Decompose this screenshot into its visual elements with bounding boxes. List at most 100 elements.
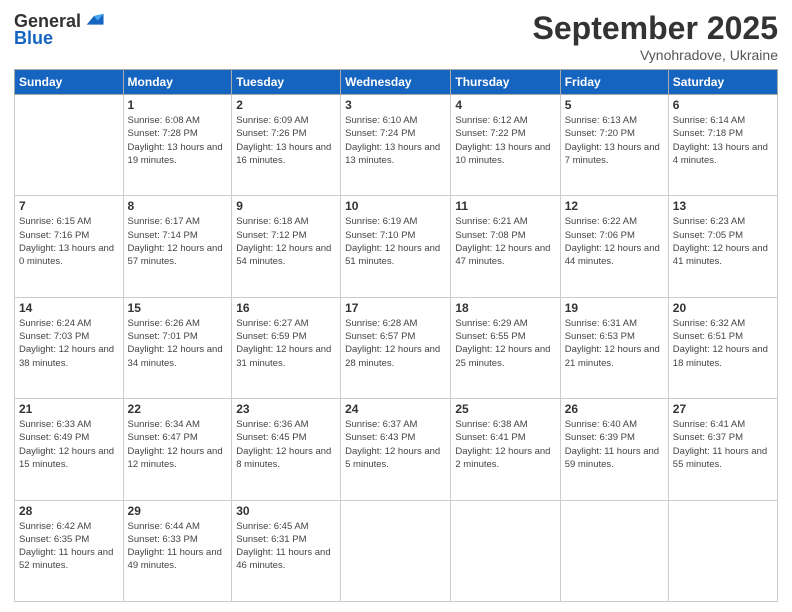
day-number: 7 <box>19 199 119 213</box>
day-number: 21 <box>19 402 119 416</box>
weekday-header-saturday: Saturday <box>668 70 777 95</box>
day-number: 17 <box>345 301 446 315</box>
calendar-cell: 28 Sunrise: 6:42 AMSunset: 6:35 PMDayligh… <box>15 500 124 601</box>
calendar-cell: 4 Sunrise: 6:12 AMSunset: 7:22 PMDaylight… <box>451 95 560 196</box>
day-number: 12 <box>565 199 664 213</box>
day-info: Sunrise: 6:17 AMSunset: 7:14 PMDaylight:… <box>128 215 228 268</box>
day-info: Sunrise: 6:24 AMSunset: 7:03 PMDaylight:… <box>19 317 119 370</box>
day-info: Sunrise: 6:13 AMSunset: 7:20 PMDaylight:… <box>565 114 664 167</box>
day-number: 2 <box>236 98 336 112</box>
day-info: Sunrise: 6:08 AMSunset: 7:28 PMDaylight:… <box>128 114 228 167</box>
calendar-cell: 25Sunrise: 6:38 AMSunset: 6:41 PMDayligh… <box>451 399 560 500</box>
day-info: Sunrise: 6:27 AMSunset: 6:59 PMDaylight:… <box>236 317 336 370</box>
calendar-cell: 19 Sunrise: 6:31 AMSunset: 6:53 PMDayligh… <box>560 297 668 398</box>
day-number: 5 <box>565 98 664 112</box>
calendar-cell: 23 Sunrise: 6:36 AMSunset: 6:45 PMDayligh… <box>232 399 341 500</box>
day-number: 19 <box>565 301 664 315</box>
day-info: Sunrise: 6:37 AMSunset: 6:43 PMDaylight:… <box>345 418 446 471</box>
day-info: Sunrise: 6:34 AMSunset: 6:47 PMDaylight:… <box>128 418 228 471</box>
calendar-cell: 15Sunrise: 6:26 AMSunset: 7:01 PMDayligh… <box>123 297 232 398</box>
day-number: 29 <box>128 504 228 518</box>
week-row-3: 21Sunrise: 6:33 AMSunset: 6:49 PMDayligh… <box>15 399 778 500</box>
calendar-cell: 20 Sunrise: 6:32 AMSunset: 6:51 PMDayligh… <box>668 297 777 398</box>
day-number: 20 <box>673 301 773 315</box>
day-info: Sunrise: 6:28 AMSunset: 6:57 PMDaylight:… <box>345 317 446 370</box>
day-info: Sunrise: 6:31 AMSunset: 6:53 PMDaylight:… <box>565 317 664 370</box>
day-info: Sunrise: 6:22 AMSunset: 7:06 PMDaylight:… <box>565 215 664 268</box>
day-number: 25 <box>455 402 555 416</box>
weekday-header-thursday: Thursday <box>451 70 560 95</box>
calendar-cell: 13 Sunrise: 6:23 AMSunset: 7:05 PMDayligh… <box>668 196 777 297</box>
day-info: Sunrise: 6:32 AMSunset: 6:51 PMDaylight:… <box>673 317 773 370</box>
day-number: 28 <box>19 504 119 518</box>
day-info: Sunrise: 6:09 AMSunset: 7:26 PMDaylight:… <box>236 114 336 167</box>
calendar-cell <box>451 500 560 601</box>
day-info: Sunrise: 6:45 AMSunset: 6:31 PMDaylight:… <box>236 520 336 573</box>
day-info: Sunrise: 6:29 AMSunset: 6:55 PMDaylight:… <box>455 317 555 370</box>
weekday-header-sunday: Sunday <box>15 70 124 95</box>
day-info: Sunrise: 6:21 AMSunset: 7:08 PMDaylight:… <box>455 215 555 268</box>
day-number: 6 <box>673 98 773 112</box>
day-number: 9 <box>236 199 336 213</box>
calendar-cell: 1 Sunrise: 6:08 AMSunset: 7:28 PMDaylight… <box>123 95 232 196</box>
calendar-cell: 9Sunrise: 6:18 AMSunset: 7:12 PMDaylight… <box>232 196 341 297</box>
title-area: September 2025 Vynohradove, Ukraine <box>533 10 778 63</box>
day-info: Sunrise: 6:14 AMSunset: 7:18 PMDaylight:… <box>673 114 773 167</box>
day-info: Sunrise: 6:19 AMSunset: 7:10 PMDaylight:… <box>345 215 446 268</box>
day-number: 24 <box>345 402 446 416</box>
day-number: 23 <box>236 402 336 416</box>
weekday-header-wednesday: Wednesday <box>341 70 451 95</box>
logo-bird-icon <box>83 10 105 32</box>
day-number: 18 <box>455 301 555 315</box>
week-row-2: 14 Sunrise: 6:24 AMSunset: 7:03 PMDayligh… <box>15 297 778 398</box>
calendar-cell: 8 Sunrise: 6:17 AMSunset: 7:14 PMDaylight… <box>123 196 232 297</box>
calendar-cell: 5 Sunrise: 6:13 AMSunset: 7:20 PMDaylight… <box>560 95 668 196</box>
day-number: 30 <box>236 504 336 518</box>
calendar-table: SundayMondayTuesdayWednesdayThursdayFrid… <box>14 69 778 602</box>
weekday-header-tuesday: Tuesday <box>232 70 341 95</box>
day-number: 4 <box>455 98 555 112</box>
calendar-cell: 3 Sunrise: 6:10 AMSunset: 7:24 PMDaylight… <box>341 95 451 196</box>
weekday-header-monday: Monday <box>123 70 232 95</box>
weekday-header-friday: Friday <box>560 70 668 95</box>
calendar-cell: 2 Sunrise: 6:09 AMSunset: 7:26 PMDaylight… <box>232 95 341 196</box>
day-info: Sunrise: 6:26 AMSunset: 7:01 PMDaylight:… <box>128 317 228 370</box>
location-subtitle: Vynohradove, Ukraine <box>533 47 778 63</box>
calendar-cell <box>341 500 451 601</box>
calendar-cell <box>560 500 668 601</box>
day-number: 27 <box>673 402 773 416</box>
calendar-cell: 14 Sunrise: 6:24 AMSunset: 7:03 PMDayligh… <box>15 297 124 398</box>
day-info: Sunrise: 6:10 AMSunset: 7:24 PMDaylight:… <box>345 114 446 167</box>
day-info: Sunrise: 6:23 AMSunset: 7:05 PMDaylight:… <box>673 215 773 268</box>
calendar-cell: 22 Sunrise: 6:34 AMSunset: 6:47 PMDayligh… <box>123 399 232 500</box>
day-number: 22 <box>128 402 228 416</box>
day-number: 3 <box>345 98 446 112</box>
calendar-cell: 16 Sunrise: 6:27 AMSunset: 6:59 PMDayligh… <box>232 297 341 398</box>
calendar-cell <box>15 95 124 196</box>
calendar-cell: 10 Sunrise: 6:19 AMSunset: 7:10 PMDayligh… <box>341 196 451 297</box>
day-number: 26 <box>565 402 664 416</box>
calendar-cell: 29Sunrise: 6:44 AMSunset: 6:33 PMDayligh… <box>123 500 232 601</box>
day-info: Sunrise: 6:12 AMSunset: 7:22 PMDaylight:… <box>455 114 555 167</box>
day-number: 13 <box>673 199 773 213</box>
week-row-0: 1 Sunrise: 6:08 AMSunset: 7:28 PMDaylight… <box>15 95 778 196</box>
calendar-cell: 21Sunrise: 6:33 AMSunset: 6:49 PMDayligh… <box>15 399 124 500</box>
day-info: Sunrise: 6:42 AMSunset: 6:35 PMDaylight:… <box>19 520 119 573</box>
week-row-4: 28 Sunrise: 6:42 AMSunset: 6:35 PMDayligh… <box>15 500 778 601</box>
logo: General Blue <box>14 10 105 49</box>
day-number: 16 <box>236 301 336 315</box>
calendar-cell: 6 Sunrise: 6:14 AMSunset: 7:18 PMDaylight… <box>668 95 777 196</box>
day-info: Sunrise: 6:40 AMSunset: 6:39 PMDaylight:… <box>565 418 664 471</box>
weekday-header-row: SundayMondayTuesdayWednesdayThursdayFrid… <box>15 70 778 95</box>
day-info: Sunrise: 6:15 AMSunset: 7:16 PMDaylight:… <box>19 215 119 268</box>
day-number: 11 <box>455 199 555 213</box>
day-number: 10 <box>345 199 446 213</box>
day-info: Sunrise: 6:41 AMSunset: 6:37 PMDaylight:… <box>673 418 773 471</box>
day-info: Sunrise: 6:36 AMSunset: 6:45 PMDaylight:… <box>236 418 336 471</box>
day-number: 1 <box>128 98 228 112</box>
calendar-cell: 30 Sunrise: 6:45 AMSunset: 6:31 PMDayligh… <box>232 500 341 601</box>
calendar-cell: 17 Sunrise: 6:28 AMSunset: 6:57 PMDayligh… <box>341 297 451 398</box>
day-number: 14 <box>19 301 119 315</box>
day-number: 8 <box>128 199 228 213</box>
calendar-cell: 12 Sunrise: 6:22 AMSunset: 7:06 PMDayligh… <box>560 196 668 297</box>
